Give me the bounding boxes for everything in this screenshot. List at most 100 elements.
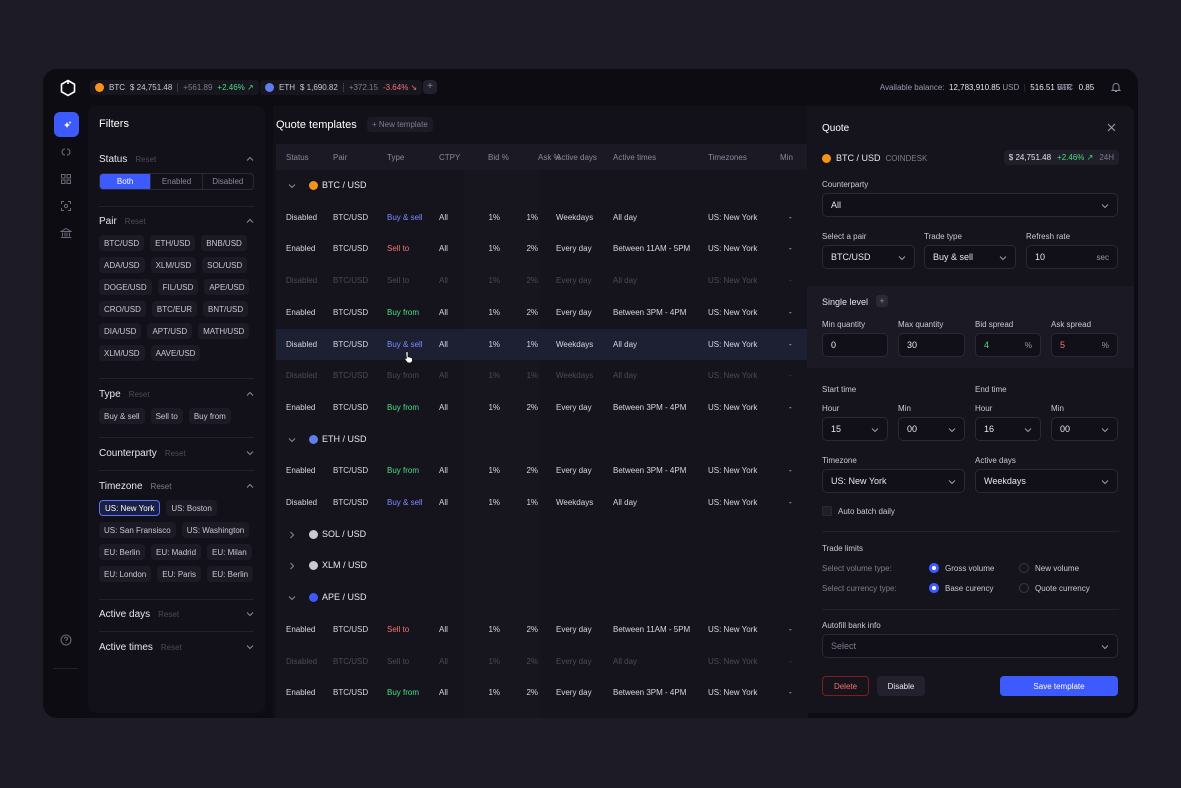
base-currency-radio[interactable] — [929, 583, 939, 593]
filter-active-times[interactable]: Active times Reset — [99, 642, 254, 653]
table-row[interactable]: Enabled BTC/USD Sell to All 1% 2% Every day Bet… — [276, 233, 808, 264]
pair-chip[interactable]: FIL/USD — [157, 279, 199, 295]
pair-chip[interactable]: MATH/USD — [198, 323, 250, 339]
pair-chip[interactable]: ADA/USD — [99, 257, 145, 273]
table-row[interactable]: Disabled BTC/USD Buy & sell All 1% 1% Weekdays… — [276, 328, 808, 360]
delete-button[interactable]: Delete — [822, 676, 869, 696]
column-header[interactable]: Timezones — [708, 153, 747, 162]
reset-link[interactable]: Reset — [161, 643, 182, 652]
chevron-right-icon[interactable] — [288, 531, 296, 539]
status-option-enabled[interactable]: Enabled — [150, 174, 201, 189]
autofill-select[interactable]: Select — [822, 634, 1118, 658]
pair-chip[interactable]: CRO/USD — [99, 301, 146, 317]
new-volume-radio[interactable] — [1019, 563, 1029, 573]
table-row[interactable]: Enabled BTC/USD Buy from All 1% 2% Every day Be… — [276, 392, 808, 423]
chevron-down-icon[interactable] — [246, 643, 254, 651]
pair-chip[interactable]: SOL/USD — [202, 257, 248, 273]
counterparty-select[interactable]: All — [822, 193, 1118, 217]
chevron-up-icon[interactable] — [246, 217, 254, 225]
new-template-button[interactable]: + New template — [367, 117, 433, 132]
pair-chip[interactable]: APE/USD — [204, 279, 250, 295]
max-quantity-input[interactable]: 30 — [898, 333, 965, 357]
chevron-up-icon[interactable] — [246, 390, 254, 398]
timezone-chip[interactable]: US: San Fransisco — [99, 522, 176, 538]
chevron-down-icon[interactable] — [288, 436, 296, 444]
status-option-disabled[interactable]: Disabled — [201, 174, 253, 189]
grid-icon[interactable] — [60, 173, 72, 185]
exchange-icon[interactable] — [60, 146, 72, 158]
start-min-select[interactable]: 00 — [898, 417, 965, 441]
group-row[interactable]: ETH / USD — [276, 424, 808, 455]
chevron-down-icon[interactable] — [288, 182, 296, 190]
bank-icon[interactable] — [60, 227, 72, 239]
pair-chip[interactable]: BTC/EUR — [151, 301, 198, 317]
end-min-select[interactable]: 00 — [1051, 417, 1118, 441]
column-header[interactable]: Type — [387, 153, 404, 162]
group-row[interactable]: XLM / USD — [276, 550, 808, 581]
type-chip[interactable]: Buy & sell — [99, 408, 145, 424]
chevron-down-icon[interactable] — [246, 610, 254, 618]
timezone-chip[interactable]: EU: Madrid — [151, 544, 202, 560]
add-ticker-button[interactable]: + — [423, 80, 437, 94]
timezone-select[interactable]: US: New York — [822, 469, 965, 493]
chevron-down-icon[interactable] — [288, 594, 296, 602]
chevron-up-icon[interactable] — [246, 482, 254, 490]
reset-link[interactable]: Reset — [135, 155, 156, 164]
group-row[interactable]: SOL / USD — [276, 519, 808, 550]
table-row[interactable]: Enabled BTC/USD Buy from All 1% 2% Every day Be… — [276, 677, 808, 708]
nav-quotes-button[interactable] — [54, 112, 79, 137]
end-hour-select[interactable]: 16 — [975, 417, 1041, 441]
reset-link[interactable]: Reset — [165, 449, 186, 458]
timezone-chip[interactable]: EU: Berlin — [207, 566, 254, 582]
reset-link[interactable]: Reset — [151, 482, 172, 491]
pair-chip[interactable]: BNB/USD — [201, 235, 247, 251]
refresh-rate-input[interactable]: 10 sec — [1026, 245, 1118, 269]
help-icon[interactable] — [60, 634, 72, 646]
group-row[interactable]: BTC / USD — [276, 170, 808, 201]
table-row[interactable]: Disabled BTC/USD Buy & sell All 1% 1% Weekdays… — [276, 487, 808, 518]
pair-chip[interactable]: APT/USD — [147, 323, 193, 339]
bid-spread-input[interactable]: 4% — [975, 333, 1041, 357]
column-header[interactable]: Bid % — [488, 153, 509, 162]
pair-chip[interactable]: AAVE/USD — [150, 345, 201, 361]
pair-chip[interactable]: XLM/USD — [150, 257, 197, 273]
close-icon[interactable] — [1107, 123, 1116, 132]
reset-link[interactable]: Reset — [125, 217, 146, 226]
add-level-button[interactable]: + — [876, 295, 888, 307]
quote-currency-radio[interactable] — [1019, 583, 1029, 593]
pair-chip[interactable]: DIA/USD — [99, 323, 142, 339]
pair-select[interactable]: BTC/USD — [822, 245, 915, 269]
column-header[interactable]: Status — [286, 153, 309, 162]
trade-type-select[interactable]: Buy & sell — [924, 245, 1016, 269]
disable-button[interactable]: Disable — [877, 676, 925, 696]
ticker-eth[interactable]: ETH $ 1,690.82 +372.15 -3.64% ↘ — [260, 80, 423, 95]
gross-volume-radio[interactable] — [929, 563, 939, 573]
pair-chip[interactable]: DOGE/USD — [99, 279, 152, 295]
table-row[interactable]: Disabled BTC/USD Buy from All 1% 1% Weekdays Al… — [276, 360, 808, 391]
app-logo-icon[interactable] — [59, 79, 77, 97]
timezone-chip[interactable]: US: Boston — [166, 500, 217, 516]
table-row[interactable]: Disabled BTC/USD Sell to All 1% 2% Every day Al… — [276, 646, 808, 677]
timezone-chip[interactable]: EU: London — [99, 566, 152, 582]
filter-active-days[interactable]: Active days Reset — [99, 609, 254, 620]
pair-chip[interactable]: XLM/USD — [99, 345, 145, 361]
group-row[interactable]: APE / USD — [276, 582, 808, 613]
chevron-down-icon[interactable] — [246, 449, 254, 457]
pair-chip[interactable]: BTC/USD — [99, 235, 145, 251]
column-header[interactable]: CTPY — [439, 153, 460, 162]
chevron-up-icon[interactable] — [246, 155, 254, 163]
table-row[interactable]: Enabled BTC/USD Buy from All 1% 2% Every day Be… — [276, 297, 808, 328]
reset-link[interactable]: Reset — [129, 390, 150, 399]
start-hour-select[interactable]: 15 — [822, 417, 888, 441]
timezone-chip[interactable]: EU: Milan — [207, 544, 252, 560]
column-header[interactable]: Active days — [556, 153, 597, 162]
timezone-chip[interactable]: EU: Berlin — [99, 544, 146, 560]
auto-batch-checkbox[interactable] — [822, 506, 832, 516]
table-row[interactable]: Enabled BTC/USD Sell to All 1% 2% Every day Bet… — [276, 614, 808, 645]
filter-counterparty[interactable]: Counterparty Reset — [99, 448, 254, 459]
type-chip[interactable]: Sell to — [150, 408, 183, 424]
bell-icon[interactable] — [1110, 81, 1122, 93]
column-header[interactable]: Active times — [613, 153, 656, 162]
timezone-chip[interactable]: EU: Paris — [157, 566, 202, 582]
status-option-both[interactable]: Both — [100, 174, 151, 189]
